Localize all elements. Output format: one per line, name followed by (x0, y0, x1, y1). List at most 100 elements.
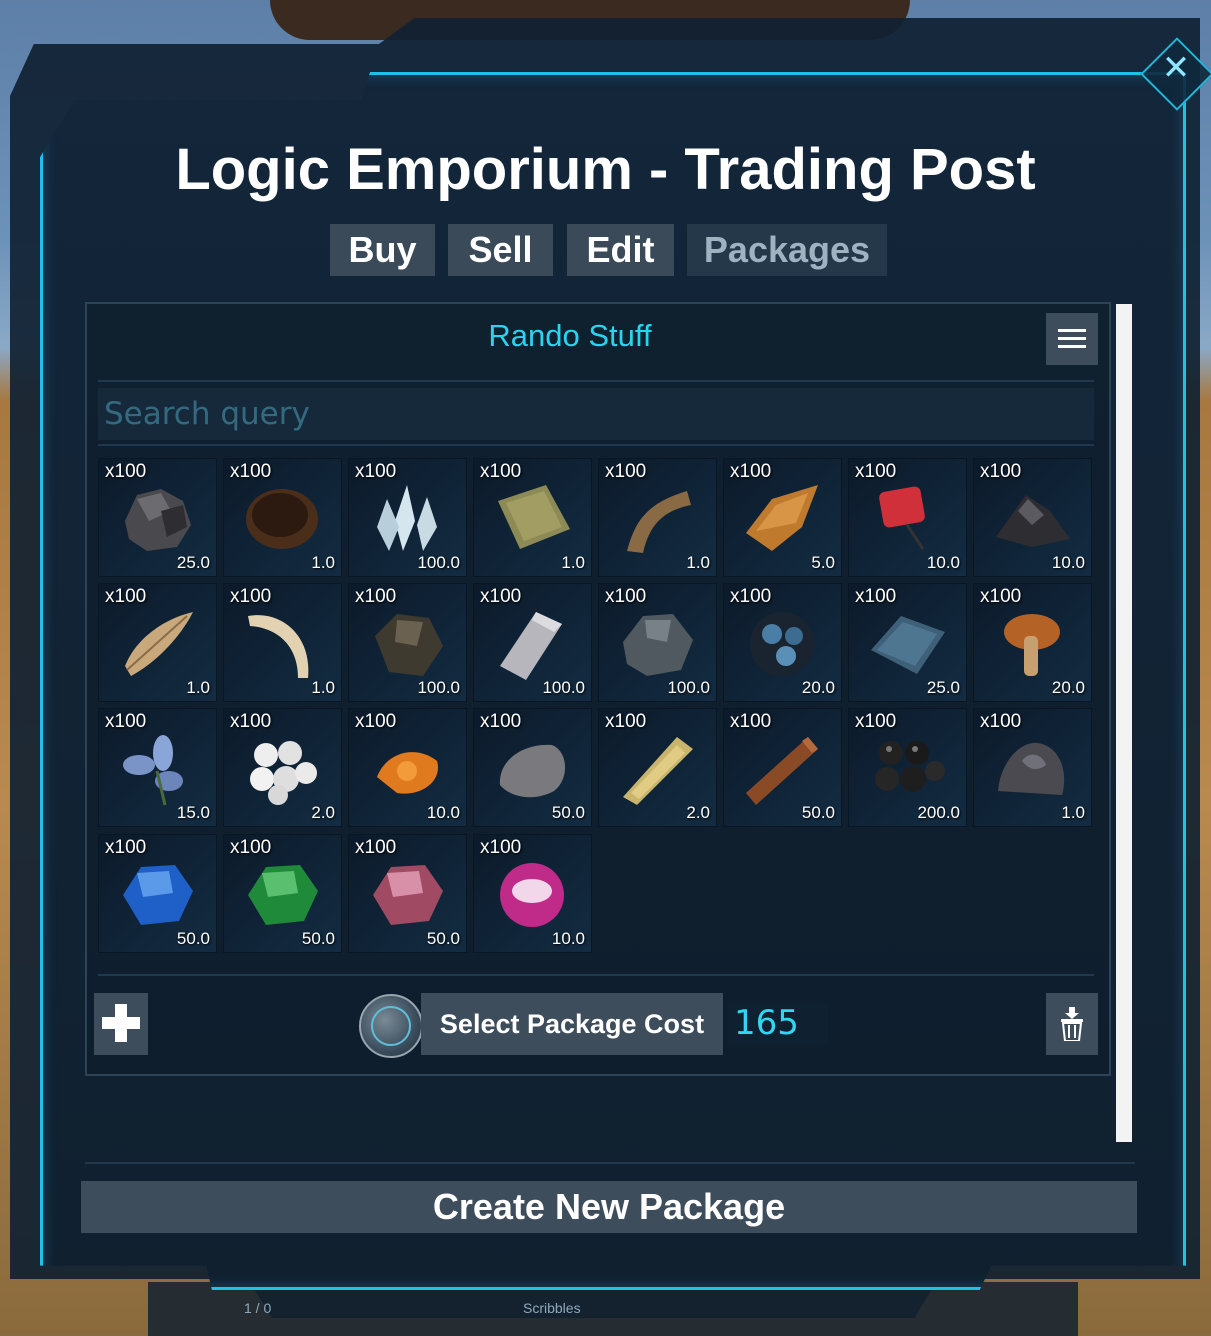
trash-icon (1061, 1007, 1083, 1041)
item-quantity: x100 (105, 461, 147, 482)
hamburger-menu-icon (1058, 329, 1086, 332)
stone-chunk-icon (623, 614, 693, 676)
item-weight: 100.0 (542, 678, 585, 697)
item-slot[interactable]: x100 1.0 (973, 708, 1092, 827)
item-weight: 1.0 (311, 678, 335, 697)
item-slot[interactable]: x100 100.0 (598, 583, 717, 702)
item-slot[interactable]: x100 10.0 (348, 708, 467, 827)
feather-icon (125, 612, 193, 676)
green-gem-icon (248, 865, 318, 925)
coin-emblem (371, 1006, 411, 1046)
polymer-icon (871, 616, 945, 674)
tab-edit[interactable]: Edit (567, 224, 674, 276)
item-slot[interactable]: x100 100.0 (473, 583, 592, 702)
logic-coin-icon (359, 994, 423, 1058)
item-weight: 50.0 (551, 803, 585, 822)
select-package-cost-button[interactable]: Select Package Cost (421, 993, 723, 1055)
element-dust-icon (998, 742, 1065, 795)
divider (98, 380, 1094, 382)
item-slot[interactable]: x100 5.0 (723, 458, 842, 577)
item-slot[interactable]: x100 10.0 (848, 458, 967, 577)
package-name: Rando Stuff (488, 318, 652, 353)
item-slot[interactable]: x100 10.0 (473, 834, 592, 953)
item-quantity: x100 (355, 837, 397, 858)
metal-ore-icon (125, 489, 191, 551)
item-slot[interactable]: x100 10.0 (973, 458, 1092, 577)
item-weight: 50.0 (176, 929, 210, 948)
item-quantity: x100 (730, 586, 772, 607)
window-title: Logic Emporium - Trading Post (175, 137, 1036, 202)
flower-icon (123, 735, 183, 806)
item-slot[interactable]: x100 50.0 (223, 834, 342, 953)
item-quantity: x100 (855, 586, 897, 607)
item-quantity: x100 (480, 586, 522, 607)
item-slot[interactable]: x100 1.0 (473, 458, 592, 577)
tab-packages[interactable]: Packages (687, 224, 887, 276)
item-quantity: x100 (730, 711, 772, 732)
package-cost-value[interactable]: 165 (728, 1002, 828, 1046)
item-quantity: x100 (105, 586, 147, 607)
tab-buy[interactable]: Buy (330, 224, 435, 276)
item-quantity: x100 (105, 711, 147, 732)
item-slot[interactable]: x100 2.0 (598, 708, 717, 827)
item-weight: 10.0 (926, 553, 960, 572)
blue-ore-icon (750, 612, 814, 676)
item-slot[interactable]: x100 25.0 (98, 458, 217, 577)
item-quantity: x100 (980, 711, 1022, 732)
item-quantity: x100 (230, 711, 272, 732)
cloth-icon (498, 485, 570, 549)
tab-bar: Buy Sell Edit Packages (0, 224, 1211, 276)
item-slot[interactable]: x100 50.0 (348, 834, 467, 953)
divider (85, 1162, 1135, 1164)
item-slot[interactable]: x100 1.0 (223, 583, 342, 702)
pink-orb-icon (500, 863, 564, 927)
item-slot[interactable]: x100 2.0 (223, 708, 342, 827)
add-item-button[interactable] (94, 993, 148, 1055)
obsidian-icon (375, 614, 443, 676)
item-weight: 100.0 (667, 678, 710, 697)
item-slot[interactable]: x100 20.0 (973, 583, 1092, 702)
item-weight: 200.0 (917, 803, 960, 822)
item-slot[interactable]: x100 20.0 (723, 583, 842, 702)
item-weight: 10.0 (551, 929, 585, 948)
hotbar-slot-4-label: Scribbles (523, 1300, 581, 1316)
item-weight: 5.0 (811, 553, 835, 572)
tusk-icon (248, 615, 309, 678)
item-slot[interactable]: x100 200.0 (848, 708, 967, 827)
item-slot[interactable]: x100 1.0 (223, 458, 342, 577)
hotbar (148, 1282, 1078, 1336)
item-slot[interactable]: x100 15.0 (98, 708, 217, 827)
item-quantity: x100 (855, 461, 897, 482)
tab-sell[interactable]: Sell (448, 224, 553, 276)
scrollbar[interactable] (1116, 304, 1132, 1142)
wood-icon (746, 737, 818, 805)
item-quantity: x100 (355, 586, 397, 607)
item-slot[interactable]: x100 50.0 (98, 834, 217, 953)
gunpowder-icon (996, 495, 1070, 547)
close-icon[interactable]: ✕ (1158, 46, 1194, 90)
item-slot[interactable]: x100 1.0 (98, 583, 217, 702)
blue-gem-icon (123, 865, 193, 925)
item-slot[interactable]: x100 100.0 (348, 583, 467, 702)
gasoline-icon (879, 486, 925, 550)
hide-icon (246, 489, 318, 549)
item-quantity: x100 (480, 461, 522, 482)
create-new-package-button[interactable]: Create New Package (81, 1181, 1137, 1233)
item-slot[interactable]: x100 25.0 (848, 583, 967, 702)
crystal-icon (377, 485, 437, 551)
sparkpowder-icon (377, 752, 438, 794)
item-quantity: x100 (230, 461, 272, 482)
delete-package-button[interactable] (1046, 993, 1098, 1055)
search-input[interactable] (98, 388, 1094, 440)
package-menu-button[interactable] (1046, 313, 1098, 365)
item-slot[interactable]: x100 50.0 (723, 708, 842, 827)
item-slot[interactable]: x100 50.0 (473, 708, 592, 827)
item-quantity: x100 (605, 586, 647, 607)
item-slot[interactable]: x100 1.0 (598, 458, 717, 577)
item-quantity: x100 (980, 461, 1022, 482)
red-gem-icon (373, 865, 443, 925)
item-slot[interactable]: x100 100.0 (348, 458, 467, 577)
item-weight: 20.0 (1051, 678, 1085, 697)
plus-icon (102, 1004, 140, 1042)
divider (98, 444, 1094, 446)
